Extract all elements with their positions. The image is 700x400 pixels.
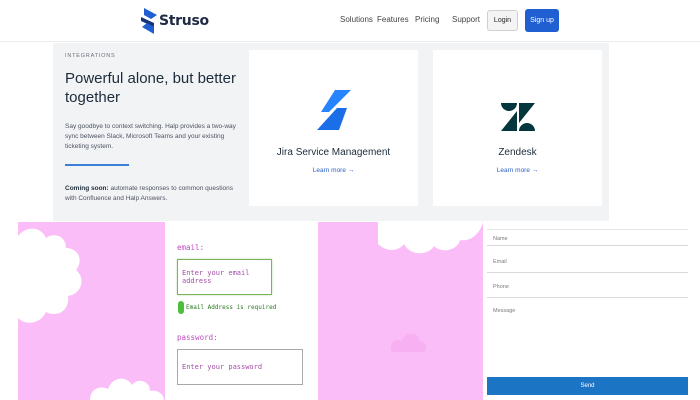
validation-indicator-icon xyxy=(178,301,184,314)
cloud-icon xyxy=(18,228,82,323)
email-validation-message: Email Address is required xyxy=(178,301,276,314)
top-navigation-bar: Struso Solutions Features Pricing Suppor… xyxy=(0,0,700,42)
message-textarea[interactable]: Message xyxy=(487,302,688,375)
email-label: email: xyxy=(177,243,205,252)
jira-integration-card[interactable]: Jira Service Management Learn more → xyxy=(249,50,418,206)
coming-soon-label: Coming soon: xyxy=(65,185,109,192)
signup-button[interactable]: Sign up xyxy=(525,9,559,32)
password-input[interactable]: Enter your password xyxy=(177,349,303,385)
mega-menu-title: Powerful alone, but better together xyxy=(65,70,236,106)
struso-logo-icon xyxy=(141,8,157,34)
name-input[interactable]: Name xyxy=(487,229,688,246)
contact-email-input[interactable]: Email xyxy=(487,253,688,273)
struso-logo[interactable]: Struso xyxy=(141,8,209,34)
jira-learn-more-link[interactable]: Learn more → xyxy=(249,167,418,174)
cloud-icon xyxy=(378,222,483,254)
accent-divider xyxy=(65,164,129,166)
mega-menu-description: Say goodbye to context switching. Halp p… xyxy=(65,123,236,150)
cloud-icon xyxy=(90,378,164,400)
zendesk-learn-more-link[interactable]: Learn more → xyxy=(433,167,602,174)
logo-text: Struso xyxy=(159,13,209,29)
password-label: password: xyxy=(177,333,218,342)
zendesk-icon xyxy=(500,103,535,131)
nav-support[interactable]: Support xyxy=(452,15,480,24)
cloud-icon xyxy=(390,333,427,352)
send-button[interactable]: Send xyxy=(487,377,688,395)
nav-solutions[interactable]: Solutions xyxy=(340,15,373,24)
zendesk-card-title: Zendesk xyxy=(498,147,537,158)
coming-soon-note: Coming soon: automate responses to commo… xyxy=(65,184,240,204)
login-button[interactable]: Login xyxy=(487,10,518,31)
jira-icon xyxy=(316,90,351,130)
zendesk-integration-card[interactable]: Zendesk Learn more → xyxy=(433,50,602,206)
phone-input[interactable]: Phone xyxy=(487,278,688,298)
integrations-eyebrow: INTEGRATIONS xyxy=(65,53,116,59)
validation-text: Email Address is required xyxy=(186,304,277,311)
integrations-mega-menu: INTEGRATIONS Powerful alone, but better … xyxy=(53,43,609,221)
jira-card-title: Jira Service Management xyxy=(276,147,391,158)
pink-background-middle xyxy=(318,222,483,400)
pink-background-left xyxy=(18,222,165,400)
nav-features[interactable]: Features xyxy=(377,15,409,24)
email-input[interactable]: Enter your email address xyxy=(177,259,272,295)
nav-pricing[interactable]: Pricing xyxy=(415,15,439,24)
